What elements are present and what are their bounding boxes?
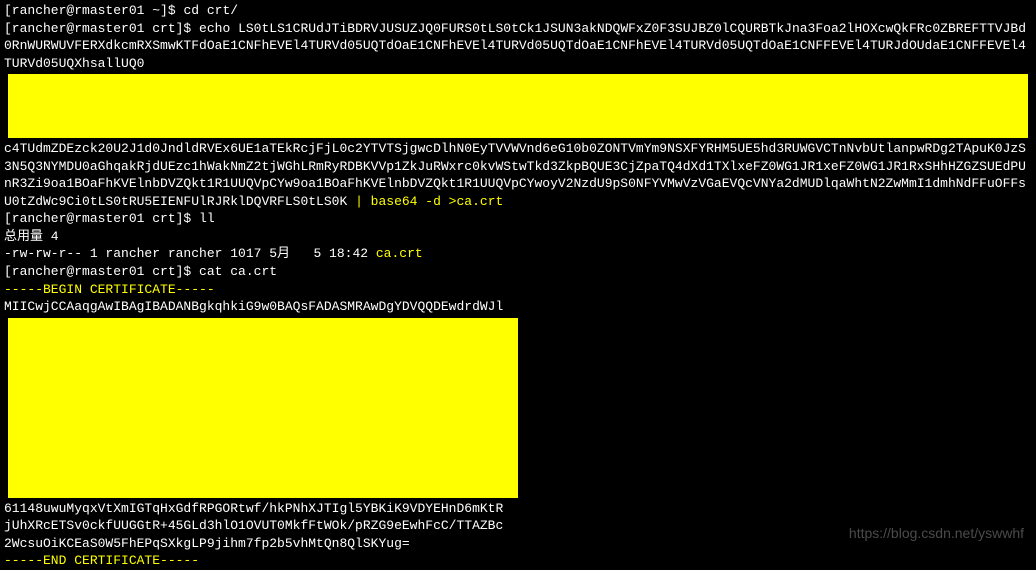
total-line: 总用量 4 (4, 229, 59, 244)
redacted-block-1 (8, 74, 1028, 138)
ls-filename: ca.crt (376, 246, 423, 261)
prompt: [rancher@rmaster01 ~]$ (4, 3, 183, 18)
cmd-ll: ll (199, 211, 215, 226)
terminal-line-1: [rancher@rmaster01 ~]$ cd crt/ (4, 2, 1032, 20)
watermark: https://blog.csdn.net/yswwhf (849, 524, 1024, 543)
prompt: [rancher@rmaster01 crt]$ (4, 21, 199, 36)
echo-payload-line2: c4TUdmZDEzck20U2J1d0JndldRVEx6UE1aTEkRcj… (4, 141, 1026, 209)
cert-begin: -----BEGIN CERTIFICATE----- (4, 281, 1032, 299)
terminal-line-6: -rw-rw-r-- 1 rancher rancher 1017 5月 5 1… (4, 245, 1032, 263)
ls-perm: -rw-rw-r-- 1 rancher rancher 1017 5月 5 1… (4, 246, 376, 261)
cmd-cat: cat ca.crt (199, 264, 277, 279)
terminal-line-5: 总用量 4 (4, 228, 1032, 246)
redacted-block-2 (8, 318, 518, 498)
cert-line-2: 61148uwuMyqxVtXmIGTqHxGdfRPGORtwf/hkPNhX… (4, 500, 1032, 518)
terminal-line-2: [rancher@rmaster01 crt]$ echo LS0tLS1CRU… (4, 20, 1032, 73)
cmd-cd: cd crt/ (183, 3, 238, 18)
cmd-echo: echo (199, 21, 238, 36)
cert-end: -----END CERTIFICATE----- (4, 552, 1032, 570)
terminal-line-4: [rancher@rmaster01 crt]$ ll (4, 210, 1032, 228)
prompt: [rancher@rmaster01 crt]$ (4, 264, 199, 279)
cert-line-1: MIICwjCCAaqgAwIBAgIBADANBgkqhkiG9w0BAQsF… (4, 298, 1032, 316)
pipe-base64: | base64 -d >ca.crt (347, 194, 503, 209)
terminal-line-7: [rancher@rmaster01 crt]$ cat ca.crt (4, 263, 1032, 281)
terminal-line-3: c4TUdmZDEzck20U2J1d0JndldRVEx6UE1aTEkRcj… (4, 140, 1032, 210)
prompt: [rancher@rmaster01 crt]$ (4, 211, 199, 226)
